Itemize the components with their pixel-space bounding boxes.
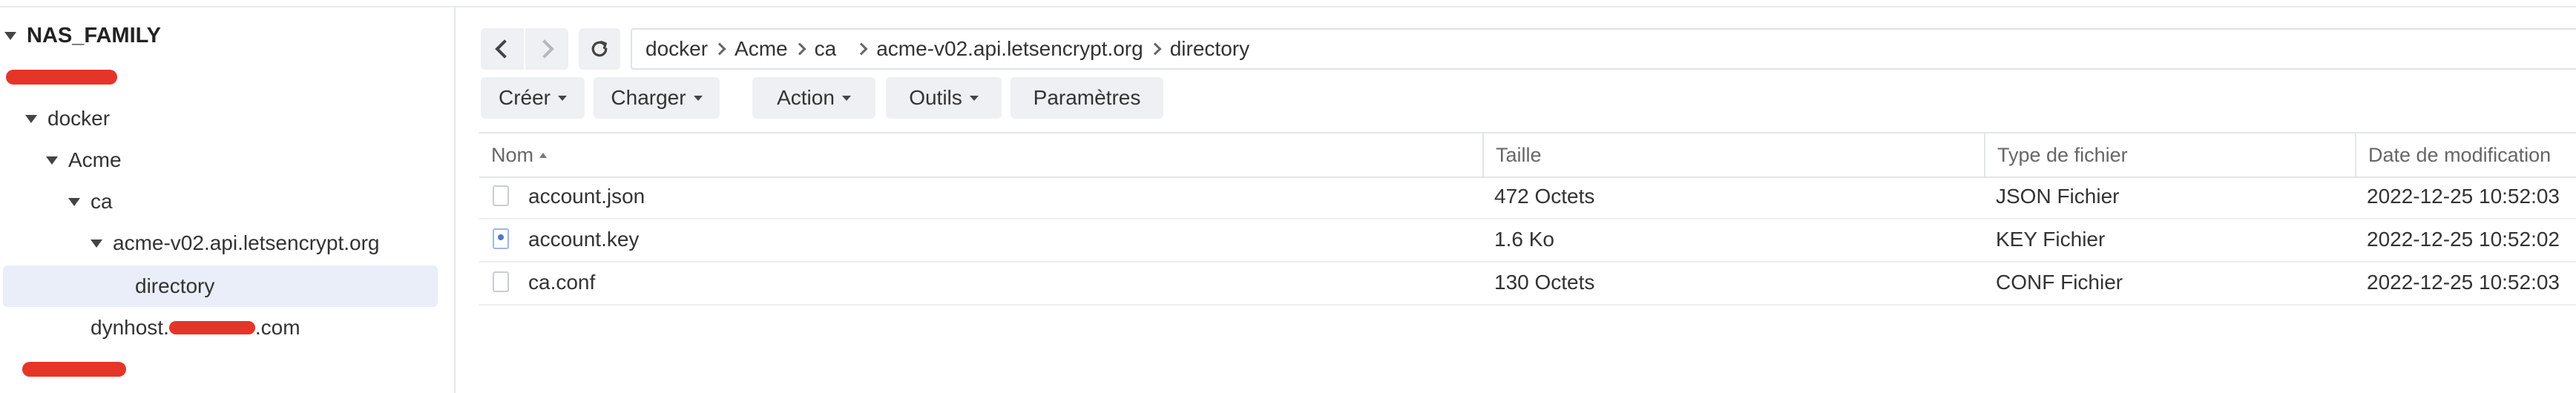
column-header-label: Nom [491,143,534,166]
upload-menu-button[interactable]: Charger [594,77,720,119]
window-top-edge [0,0,2576,7]
chevron-left-icon [495,39,514,59]
tree-root-label: NAS_FAMILY [27,23,162,47]
column-header-label: Date de modification [2368,143,2552,166]
expand-caret-icon[interactable] [4,31,16,40]
refresh-icon [591,41,608,57]
create-button-label: Créer [498,86,551,109]
breadcrumb[interactable]: docker Acme ca acme-v02.api.letsencrypt.… [631,28,2576,70]
table-header: Nom Taille Type de fichier Date de modif… [479,132,2576,178]
breadcrumb-item[interactable]: docker [645,37,708,61]
file-modified: 2022-12-25 10:52:02 [2367,228,2560,251]
file-icon [493,185,509,206]
breadcrumb-item-current[interactable]: directory [1170,37,1249,61]
file-type: KEY Fichier [1996,228,2106,251]
tree-item-ca[interactable]: ca [68,181,513,222]
column-header-label: Taille [1496,143,1542,166]
file-name: account.json [528,185,645,208]
folder-tree-sidebar: NAS_FAMILY docker Acme ca acme-v02.api.l… [0,7,456,393]
dropdown-arrow-icon [693,95,703,101]
breadcrumb-separator-icon [1149,42,1162,56]
file-type: CONF Fichier [1996,271,2123,294]
file-icon [493,271,509,292]
expand-caret-icon[interactable] [68,197,80,206]
dropdown-arrow-icon [969,95,979,101]
back-button[interactable] [481,28,524,70]
table-row[interactable]: account.json 472 Octets JSON Fichier 202… [479,175,2576,219]
expand-caret-icon[interactable] [25,114,37,123]
column-header-name[interactable]: Nom [479,133,1482,176]
action-menu-button[interactable]: Action [752,77,875,119]
breadcrumb-item[interactable]: ca [815,37,837,61]
expand-caret-icon[interactable] [91,239,102,248]
tree-item-acme-v02[interactable]: acme-v02.api.letsencrypt.org [91,222,536,264]
tree-item-label: ca [91,190,113,213]
settings-button[interactable]: Paramètres [1011,77,1163,119]
file-name: account.key [528,228,640,251]
tree-item-directory[interactable]: directory [3,265,438,307]
dropdown-arrow-icon [841,95,851,101]
expand-caret-icon[interactable] [46,156,58,165]
create-menu-button[interactable]: Créer [481,77,585,119]
chevron-right-icon [535,39,554,59]
table-row[interactable]: ca.conf 130 Octets CONF Fichier 2022-12-… [479,261,2576,306]
action-button-label: Action [777,86,835,109]
breadcrumb-separator-icon [713,42,726,56]
tree-root-nas-family[interactable]: NAS_FAMILY [4,15,450,56]
file-size: 472 Octets [1494,185,1595,208]
tree-item-dynhost-suffix: .com [254,316,300,339]
tree-item-acme[interactable]: Acme [46,139,491,181]
tree-item-label: Acme [68,148,122,171]
file-size: 130 Octets [1494,271,1595,294]
tree-item-label: directory [135,274,215,297]
column-header-label: Type de fichier [1997,143,2128,166]
dropdown-arrow-icon [558,95,567,101]
breadcrumb-item[interactable]: acme-v02.api.letsencrypt.org [876,37,1143,61]
tree-item-dynhost-prefix: dynhost. [91,316,169,339]
column-header-modified[interactable]: Date de modification [2355,133,2576,176]
file-name: ca.conf [528,271,596,294]
file-type: JSON Fichier [1996,185,2120,208]
breadcrumb-separator-icon [793,42,806,56]
breadcrumb-separator-icon [855,42,868,56]
tree-item-dynhost[interactable]: dynhost. .com [91,307,536,349]
tree-item-redacted[interactable] [0,56,445,98]
settings-button-label: Paramètres [1033,86,1141,109]
key-file-icon [493,228,509,249]
forward-button[interactable] [525,28,568,70]
tree-item-redacted[interactable] [0,349,445,390]
column-header-size[interactable]: Taille [1482,133,1984,176]
tools-menu-button[interactable]: Outils [886,77,1002,119]
redaction-mark [168,321,255,334]
tree-item-docker[interactable]: docker [25,98,470,139]
tree-item-label: docker [47,107,111,130]
breadcrumb-item[interactable]: Acme [735,37,788,61]
file-modified: 2022-12-25 10:52:03 [2367,271,2560,294]
redaction-mark [22,362,126,377]
tree-item-label: acme-v02.api.letsencrypt.org [113,231,380,254]
table-row[interactable]: account.key 1.6 Ko KEY Fichier 2022-12-2… [479,218,2576,262]
column-header-type[interactable]: Type de fichier [1984,133,2355,176]
sort-ascending-icon [539,152,548,158]
upload-button-label: Charger [611,86,686,109]
refresh-button[interactable] [579,28,620,70]
redaction-mark [6,70,117,85]
file-modified: 2022-12-25 10:52:03 [2367,185,2560,208]
file-size: 1.6 Ko [1494,228,1554,251]
tools-button-label: Outils [909,86,962,109]
